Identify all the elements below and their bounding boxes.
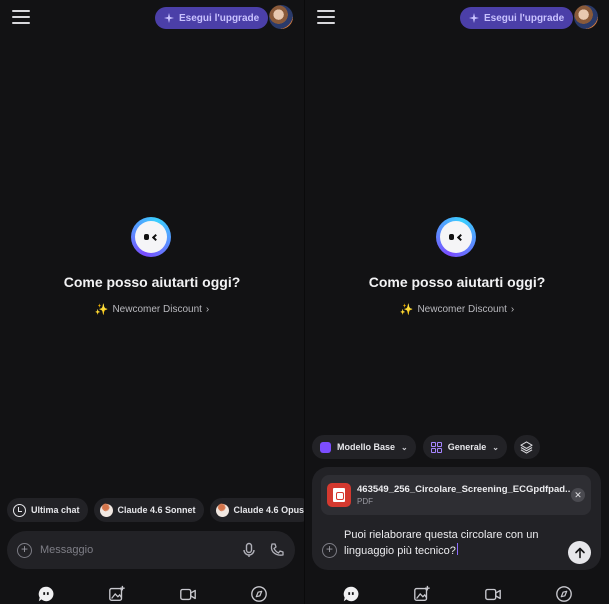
discount-label: Newcomer Discount [417, 304, 507, 315]
image-create-icon[interactable] [107, 584, 127, 604]
message-placeholder: Messaggio [40, 544, 94, 556]
welcome-headline: Come posso aiutarti oggi? [368, 274, 546, 290]
chip-label: Ultima chat [31, 505, 80, 515]
image-create-icon[interactable] [412, 584, 432, 604]
app-logo [131, 217, 171, 257]
microphone-icon[interactable] [241, 542, 257, 558]
category-label: Generale [447, 442, 487, 452]
chip-claude-sonnet[interactable]: Claude 4.6 Sonnet [93, 498, 204, 522]
add-attachment-icon[interactable]: + [17, 542, 32, 558]
left-screen: Esegui l'upgrade Come posso aiutarti ogg… [0, 0, 304, 604]
newcomer-discount-link[interactable]: ✨ Newcomer Discount › [305, 303, 609, 316]
model-selector[interactable]: Modello Base ⌄ [312, 435, 416, 459]
grid-icon [430, 441, 442, 453]
message-text-content: Puoi rielaborare questa circolare con un… [344, 529, 539, 557]
attachment-file-name: 463549_256_Circolare_Screening_ECGpdfpad… [357, 484, 571, 495]
party-icon: ✨ [399, 304, 414, 316]
chip-label: Claude 4.6 Opus [233, 505, 304, 515]
right-screen: Esegui l'upgrade Come posso aiutarti ogg… [305, 0, 609, 604]
chat-icon[interactable] [36, 584, 56, 604]
welcome-headline: Come posso aiutarti oggi? [63, 274, 241, 290]
app-logo [436, 217, 476, 257]
suggestion-chips: Ultima chat Claude 4.6 Sonnet Claude 4.6… [7, 498, 304, 522]
text-cursor [456, 543, 459, 555]
send-button[interactable] [568, 541, 591, 564]
mode-selector-row: Modello Base ⌄ Generale ⌄ [312, 435, 540, 459]
claude-icon [215, 503, 229, 517]
arrow-up-icon [574, 547, 585, 558]
menu-icon[interactable] [317, 10, 337, 26]
video-icon[interactable] [483, 584, 503, 604]
chevron-right-icon: › [510, 304, 515, 315]
phone-icon[interactable] [269, 542, 285, 558]
upgrade-button[interactable]: Esegui l'upgrade [155, 7, 269, 29]
claude-icon [99, 503, 113, 517]
chevron-down-icon: ⌄ [492, 442, 499, 452]
compass-icon[interactable] [249, 584, 269, 604]
attachment-card[interactable]: 463549_256_Circolare_Screening_ECGpdfpad… [321, 475, 591, 515]
bottom-nav [0, 583, 304, 604]
bottom-nav [305, 583, 609, 604]
message-text[interactable]: Puoi rielaborare questa circolare con un… [344, 527, 564, 559]
category-selector[interactable]: Generale ⌄ [422, 435, 507, 459]
message-composer[interactable]: 463549_256_Circolare_Screening_ECGpdfpad… [312, 467, 601, 570]
chat-icon[interactable] [341, 584, 361, 604]
model-icon [320, 441, 331, 453]
upgrade-button[interactable]: Esegui l'upgrade [460, 7, 574, 29]
sparkle-icon [469, 13, 479, 23]
sparkle-icon [164, 13, 174, 23]
chevron-right-icon: › [205, 304, 210, 315]
model-label: Modello Base [337, 442, 396, 452]
discount-label: Newcomer Discount [112, 304, 202, 315]
chip-last-chat[interactable]: Ultima chat [7, 498, 88, 522]
add-attachment-icon[interactable]: + [322, 543, 337, 558]
avatar[interactable] [574, 5, 598, 29]
chip-claude-opus[interactable]: Claude 4.6 Opus [209, 498, 304, 522]
remove-attachment-icon[interactable]: ✕ [571, 488, 585, 502]
video-icon[interactable] [178, 584, 198, 604]
newcomer-discount-link[interactable]: ✨ Newcomer Discount › [0, 303, 304, 316]
avatar[interactable] [269, 5, 293, 29]
attachment-file-type: PDF [357, 497, 373, 506]
layers-button[interactable] [513, 435, 540, 459]
message-input[interactable]: + Messaggio [7, 531, 295, 569]
party-icon: ✨ [94, 304, 109, 316]
chevron-down-icon: ⌄ [401, 442, 408, 452]
pdf-icon [327, 483, 351, 507]
clock-icon [13, 503, 26, 517]
chip-label: Claude 4.6 Sonnet [117, 505, 196, 515]
menu-icon[interactable] [12, 10, 32, 26]
compass-icon[interactable] [554, 584, 574, 604]
upgrade-label: Esegui l'upgrade [179, 12, 260, 24]
upgrade-label: Esegui l'upgrade [484, 12, 565, 24]
layers-icon [520, 440, 534, 454]
